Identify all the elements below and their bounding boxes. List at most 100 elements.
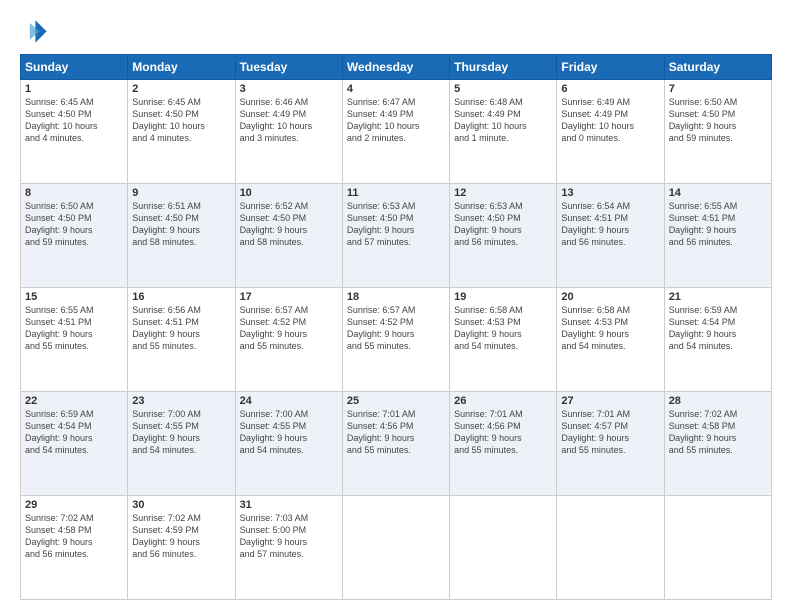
day-info: Sunrise: 6:56 AM Sunset: 4:51 PM Dayligh… [132,304,230,353]
day-info: Sunrise: 6:45 AM Sunset: 4:50 PM Dayligh… [25,96,123,145]
logo [20,16,52,44]
day-number: 27 [561,395,659,407]
calendar-cell: 19Sunrise: 6:58 AM Sunset: 4:53 PM Dayli… [450,288,557,392]
day-info: Sunrise: 6:57 AM Sunset: 4:52 PM Dayligh… [240,304,338,353]
calendar-cell: 15Sunrise: 6:55 AM Sunset: 4:51 PM Dayli… [21,288,128,392]
calendar-cell: 29Sunrise: 7:02 AM Sunset: 4:58 PM Dayli… [21,496,128,600]
calendar-cell: 12Sunrise: 6:53 AM Sunset: 4:50 PM Dayli… [450,184,557,288]
header [20,16,772,44]
day-info: Sunrise: 6:48 AM Sunset: 4:49 PM Dayligh… [454,96,552,145]
calendar-cell: 13Sunrise: 6:54 AM Sunset: 4:51 PM Dayli… [557,184,664,288]
day-info: Sunrise: 6:49 AM Sunset: 4:49 PM Dayligh… [561,96,659,145]
week-row-4: 22Sunrise: 6:59 AM Sunset: 4:54 PM Dayli… [21,392,772,496]
week-row-1: 1Sunrise: 6:45 AM Sunset: 4:50 PM Daylig… [21,80,772,184]
calendar-cell: 24Sunrise: 7:00 AM Sunset: 4:55 PM Dayli… [235,392,342,496]
calendar-cell: 5Sunrise: 6:48 AM Sunset: 4:49 PM Daylig… [450,80,557,184]
day-number: 13 [561,187,659,199]
day-number: 23 [132,395,230,407]
day-info: Sunrise: 6:46 AM Sunset: 4:49 PM Dayligh… [240,96,338,145]
calendar-cell: 2Sunrise: 6:45 AM Sunset: 4:50 PM Daylig… [128,80,235,184]
day-header-sunday: Sunday [21,55,128,80]
day-info: Sunrise: 6:45 AM Sunset: 4:50 PM Dayligh… [132,96,230,145]
day-header-monday: Monday [128,55,235,80]
day-info: Sunrise: 7:02 AM Sunset: 4:58 PM Dayligh… [25,512,123,561]
day-info: Sunrise: 6:52 AM Sunset: 4:50 PM Dayligh… [240,200,338,249]
day-number: 5 [454,83,552,95]
calendar-cell [342,496,449,600]
day-info: Sunrise: 6:47 AM Sunset: 4:49 PM Dayligh… [347,96,445,145]
calendar-cell: 3Sunrise: 6:46 AM Sunset: 4:49 PM Daylig… [235,80,342,184]
calendar-cell: 22Sunrise: 6:59 AM Sunset: 4:54 PM Dayli… [21,392,128,496]
calendar-cell: 14Sunrise: 6:55 AM Sunset: 4:51 PM Dayli… [664,184,771,288]
day-info: Sunrise: 7:01 AM Sunset: 4:56 PM Dayligh… [347,408,445,457]
day-info: Sunrise: 7:00 AM Sunset: 4:55 PM Dayligh… [132,408,230,457]
calendar-cell: 8Sunrise: 6:50 AM Sunset: 4:50 PM Daylig… [21,184,128,288]
day-info: Sunrise: 7:01 AM Sunset: 4:56 PM Dayligh… [454,408,552,457]
day-info: Sunrise: 6:59 AM Sunset: 4:54 PM Dayligh… [669,304,767,353]
calendar-cell: 4Sunrise: 6:47 AM Sunset: 4:49 PM Daylig… [342,80,449,184]
week-row-2: 8Sunrise: 6:50 AM Sunset: 4:50 PM Daylig… [21,184,772,288]
day-header-friday: Friday [557,55,664,80]
calendar-cell: 20Sunrise: 6:58 AM Sunset: 4:53 PM Dayli… [557,288,664,392]
day-number: 19 [454,291,552,303]
calendar-cell: 16Sunrise: 6:56 AM Sunset: 4:51 PM Dayli… [128,288,235,392]
day-header-saturday: Saturday [664,55,771,80]
calendar-header-row: SundayMondayTuesdayWednesdayThursdayFrid… [21,55,772,80]
day-info: Sunrise: 7:03 AM Sunset: 5:00 PM Dayligh… [240,512,338,561]
day-number: 6 [561,83,659,95]
day-number: 31 [240,499,338,511]
day-number: 3 [240,83,338,95]
calendar-cell: 25Sunrise: 7:01 AM Sunset: 4:56 PM Dayli… [342,392,449,496]
day-info: Sunrise: 6:55 AM Sunset: 4:51 PM Dayligh… [669,200,767,249]
day-number: 29 [25,499,123,511]
day-number: 16 [132,291,230,303]
calendar-cell [664,496,771,600]
day-number: 24 [240,395,338,407]
day-number: 12 [454,187,552,199]
logo-icon [20,16,48,44]
day-number: 15 [25,291,123,303]
day-number: 10 [240,187,338,199]
day-number: 1 [25,83,123,95]
day-info: Sunrise: 6:55 AM Sunset: 4:51 PM Dayligh… [25,304,123,353]
calendar-cell: 7Sunrise: 6:50 AM Sunset: 4:50 PM Daylig… [664,80,771,184]
calendar-cell: 18Sunrise: 6:57 AM Sunset: 4:52 PM Dayli… [342,288,449,392]
day-number: 25 [347,395,445,407]
calendar-cell: 21Sunrise: 6:59 AM Sunset: 4:54 PM Dayli… [664,288,771,392]
day-info: Sunrise: 6:59 AM Sunset: 4:54 PM Dayligh… [25,408,123,457]
calendar-cell: 27Sunrise: 7:01 AM Sunset: 4:57 PM Dayli… [557,392,664,496]
day-info: Sunrise: 6:53 AM Sunset: 4:50 PM Dayligh… [347,200,445,249]
day-number: 7 [669,83,767,95]
day-header-thursday: Thursday [450,55,557,80]
day-number: 8 [25,187,123,199]
day-info: Sunrise: 7:00 AM Sunset: 4:55 PM Dayligh… [240,408,338,457]
day-info: Sunrise: 7:01 AM Sunset: 4:57 PM Dayligh… [561,408,659,457]
day-number: 4 [347,83,445,95]
day-info: Sunrise: 6:58 AM Sunset: 4:53 PM Dayligh… [454,304,552,353]
day-header-wednesday: Wednesday [342,55,449,80]
day-number: 30 [132,499,230,511]
day-info: Sunrise: 6:51 AM Sunset: 4:50 PM Dayligh… [132,200,230,249]
calendar-cell: 26Sunrise: 7:01 AM Sunset: 4:56 PM Dayli… [450,392,557,496]
day-info: Sunrise: 7:02 AM Sunset: 4:58 PM Dayligh… [669,408,767,457]
calendar-cell: 31Sunrise: 7:03 AM Sunset: 5:00 PM Dayli… [235,496,342,600]
day-number: 14 [669,187,767,199]
day-number: 26 [454,395,552,407]
day-header-tuesday: Tuesday [235,55,342,80]
calendar-cell [450,496,557,600]
week-row-5: 29Sunrise: 7:02 AM Sunset: 4:58 PM Dayli… [21,496,772,600]
day-number: 17 [240,291,338,303]
day-info: Sunrise: 6:57 AM Sunset: 4:52 PM Dayligh… [347,304,445,353]
calendar-cell: 11Sunrise: 6:53 AM Sunset: 4:50 PM Dayli… [342,184,449,288]
day-number: 18 [347,291,445,303]
day-info: Sunrise: 6:50 AM Sunset: 4:50 PM Dayligh… [25,200,123,249]
calendar-table: SundayMondayTuesdayWednesdayThursdayFrid… [20,54,772,600]
calendar-cell: 6Sunrise: 6:49 AM Sunset: 4:49 PM Daylig… [557,80,664,184]
day-number: 20 [561,291,659,303]
calendar-cell [557,496,664,600]
day-number: 28 [669,395,767,407]
calendar-cell: 28Sunrise: 7:02 AM Sunset: 4:58 PM Dayli… [664,392,771,496]
page: SundayMondayTuesdayWednesdayThursdayFrid… [0,0,792,612]
calendar-cell: 23Sunrise: 7:00 AM Sunset: 4:55 PM Dayli… [128,392,235,496]
day-number: 22 [25,395,123,407]
